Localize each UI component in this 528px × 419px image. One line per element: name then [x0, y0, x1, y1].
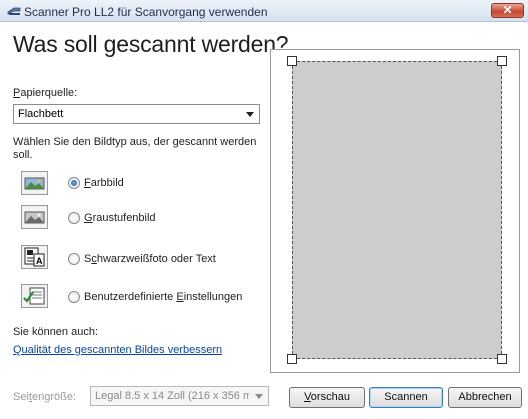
- black-white-text-icon[interactable]: A: [21, 245, 48, 269]
- crop-handle-top-left[interactable]: [287, 56, 297, 66]
- black-white-text-label-rest: hwarzweißfoto oder Text: [96, 253, 216, 265]
- page-title: Was soll gescannt werden?: [13, 31, 289, 57]
- scanner-icon: [7, 7, 21, 15]
- page-size-select[interactable]: Legal 8.5 x 14 Zoll (216 x 356 mm): [90, 386, 269, 406]
- cancel-button-label: Abbrechen: [458, 391, 512, 403]
- scan-button-label: Scannen: [384, 391, 428, 403]
- black-white-text-radio[interactable]: [68, 253, 80, 265]
- grayscale-photo-icon[interactable]: [21, 205, 48, 229]
- svg-text:A: A: [36, 256, 43, 266]
- custom-settings-icon[interactable]: [21, 284, 48, 308]
- color-photo-label[interactable]: Farbbild: [84, 177, 124, 189]
- grayscale-photo-label[interactable]: Graustufenbild: [84, 212, 156, 224]
- chevron-down-icon: [255, 394, 263, 399]
- close-button[interactable]: ✕: [491, 3, 524, 18]
- picture-type-description: Wählen Sie den Bildtyp aus, der gescannt…: [13, 136, 257, 161]
- chevron-down-icon: [246, 112, 254, 117]
- color-photo-radio[interactable]: [68, 177, 80, 189]
- paper-source-value: Flachbett: [18, 108, 64, 120]
- custom-settings-label-rest: instellungen: [183, 291, 243, 303]
- custom-settings-label-pre: Benutzerdefinierte: [84, 291, 177, 303]
- custom-settings-radio[interactable]: [68, 291, 80, 303]
- paper-source-label-rest: apierquelle:: [20, 87, 78, 99]
- page-size-label-pre: Sei: [13, 391, 29, 403]
- preview-button-key: V: [304, 391, 311, 403]
- page-size-label: Seitengröße:: [13, 391, 76, 403]
- title-bar: Scanner Pro LL2 für Scanvorgang verwende…: [0, 0, 528, 22]
- custom-settings-label[interactable]: Benutzerdefinierte Einstellungen: [84, 291, 242, 303]
- also-label: Sie können auch:: [13, 326, 99, 338]
- crop-handle-bottom-right[interactable]: [497, 354, 507, 364]
- paper-source-label: Papierquelle:: [13, 87, 77, 99]
- black-white-text-label[interactable]: Schwarzweißfoto oder Text: [84, 253, 216, 265]
- color-photo-label-rest: arbbild: [90, 177, 124, 189]
- page-size-label-rest: engröße:: [31, 391, 76, 403]
- scan-button[interactable]: Scannen: [369, 387, 443, 408]
- color-photo-label-key: F: [84, 177, 91, 189]
- window-title: Scanner Pro LL2 für Scanvorgang verwende…: [24, 5, 268, 19]
- custom-settings-label-key: E: [176, 291, 184, 303]
- scan-area[interactable]: [292, 61, 502, 359]
- grayscale-photo-label-rest: raustufenbild: [92, 212, 156, 224]
- preview-button-rest: orschau: [310, 391, 350, 403]
- crop-handle-bottom-left[interactable]: [287, 354, 297, 364]
- paper-source-select[interactable]: Flachbett: [13, 104, 260, 124]
- preview-button[interactable]: Vorschau: [289, 387, 365, 408]
- close-icon: ✕: [502, 3, 513, 17]
- improve-quality-link[interactable]: Qualität des gescannten Bildes verbesser…: [13, 344, 222, 356]
- grayscale-photo-label-key: G: [84, 212, 93, 224]
- crop-handle-top-right[interactable]: [497, 56, 507, 66]
- cancel-button[interactable]: Abbrechen: [448, 387, 522, 408]
- page-size-value: Legal 8.5 x 14 Zoll (216 x 356 mm): [95, 390, 249, 402]
- grayscale-photo-radio[interactable]: [68, 212, 80, 224]
- color-photo-icon[interactable]: [21, 171, 48, 195]
